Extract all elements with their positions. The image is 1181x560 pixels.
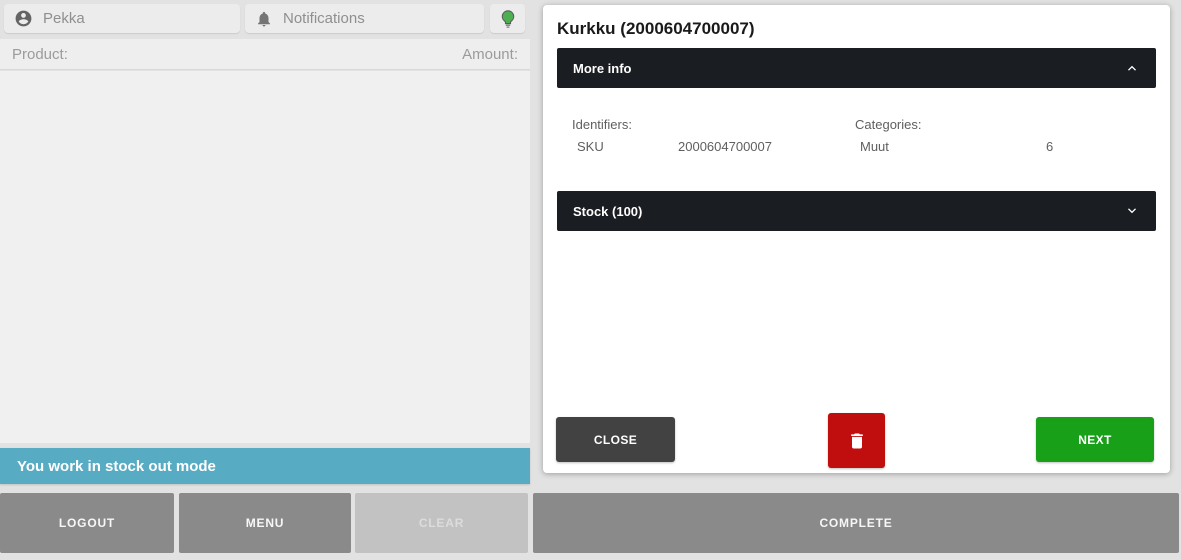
modal-title: Kurkku (2000604700007): [557, 19, 755, 39]
notifications-button[interactable]: Notifications: [245, 4, 484, 33]
identifiers-label: Identifiers:: [572, 117, 632, 132]
user-button[interactable]: Pekka: [4, 4, 240, 33]
status-banner-text: You work in stock out mode: [17, 458, 216, 475]
product-list: [0, 71, 530, 443]
menu-button[interactable]: MENU: [179, 493, 351, 553]
identifier-value: 2000604700007: [678, 139, 772, 154]
user-icon: [14, 9, 33, 28]
lightbulb-button[interactable]: [490, 4, 525, 33]
amount-column-label: Amount:: [462, 46, 518, 63]
more-info-section-header[interactable]: More info: [557, 48, 1156, 88]
identifier-key: SKU: [577, 139, 604, 154]
delete-button[interactable]: [828, 413, 885, 468]
category-value: 6: [1046, 139, 1053, 154]
complete-button[interactable]: COMPLETE: [533, 493, 1179, 553]
close-button[interactable]: CLOSE: [556, 417, 675, 462]
lightbulb-icon: [498, 9, 518, 29]
trash-icon: [847, 431, 867, 451]
next-button[interactable]: NEXT: [1036, 417, 1154, 462]
chevron-down-icon: [1124, 203, 1140, 219]
product-column-label: Product:: [12, 46, 68, 63]
clear-button[interactable]: CLEAR: [355, 493, 528, 553]
bell-icon: [255, 10, 273, 28]
notifications-label: Notifications: [283, 10, 365, 27]
pos-screen: Pekka Notifications Product: Amount: You…: [0, 0, 1181, 560]
chevron-up-icon: [1124, 60, 1140, 76]
category-name: Muut: [860, 139, 889, 154]
product-modal: Kurkku (2000604700007) More info Identif…: [543, 5, 1170, 473]
user-label: Pekka: [43, 10, 85, 27]
more-info-label: More info: [573, 61, 632, 76]
logout-button[interactable]: LOGOUT: [0, 493, 174, 553]
product-list-header: Product: Amount:: [0, 39, 530, 70]
stock-section-header[interactable]: Stock (100): [557, 191, 1156, 231]
stock-label: Stock (100): [573, 204, 642, 219]
status-banner: You work in stock out mode: [0, 448, 530, 484]
categories-label: Categories:: [855, 117, 921, 132]
